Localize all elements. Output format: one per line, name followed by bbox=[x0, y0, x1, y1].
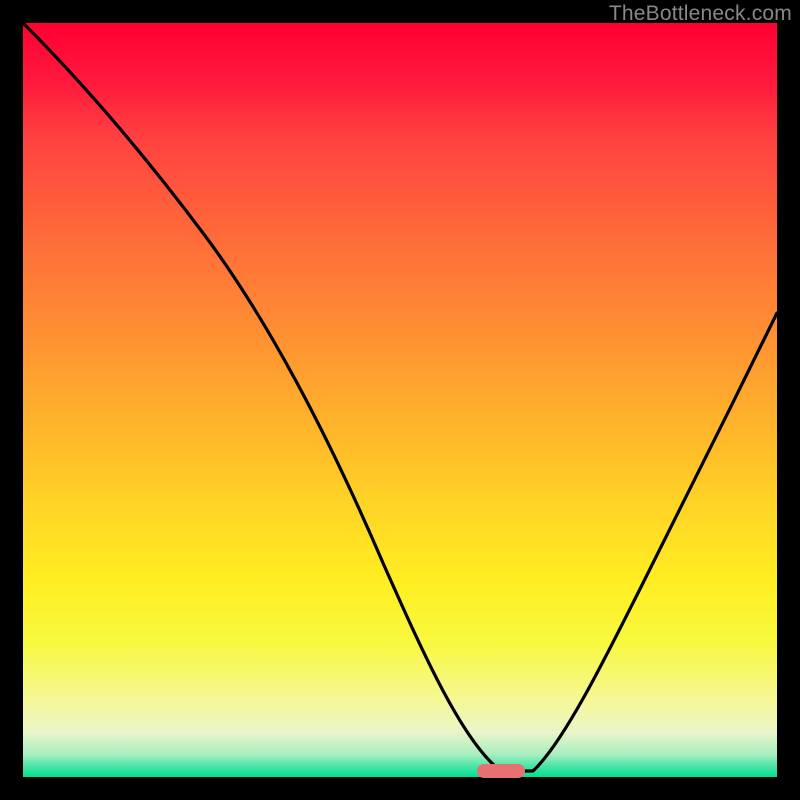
watermark-text: TheBottleneck.com bbox=[609, 2, 792, 26]
bottleneck-curve-line bbox=[23, 23, 777, 777]
optimal-point-marker bbox=[477, 764, 525, 778]
